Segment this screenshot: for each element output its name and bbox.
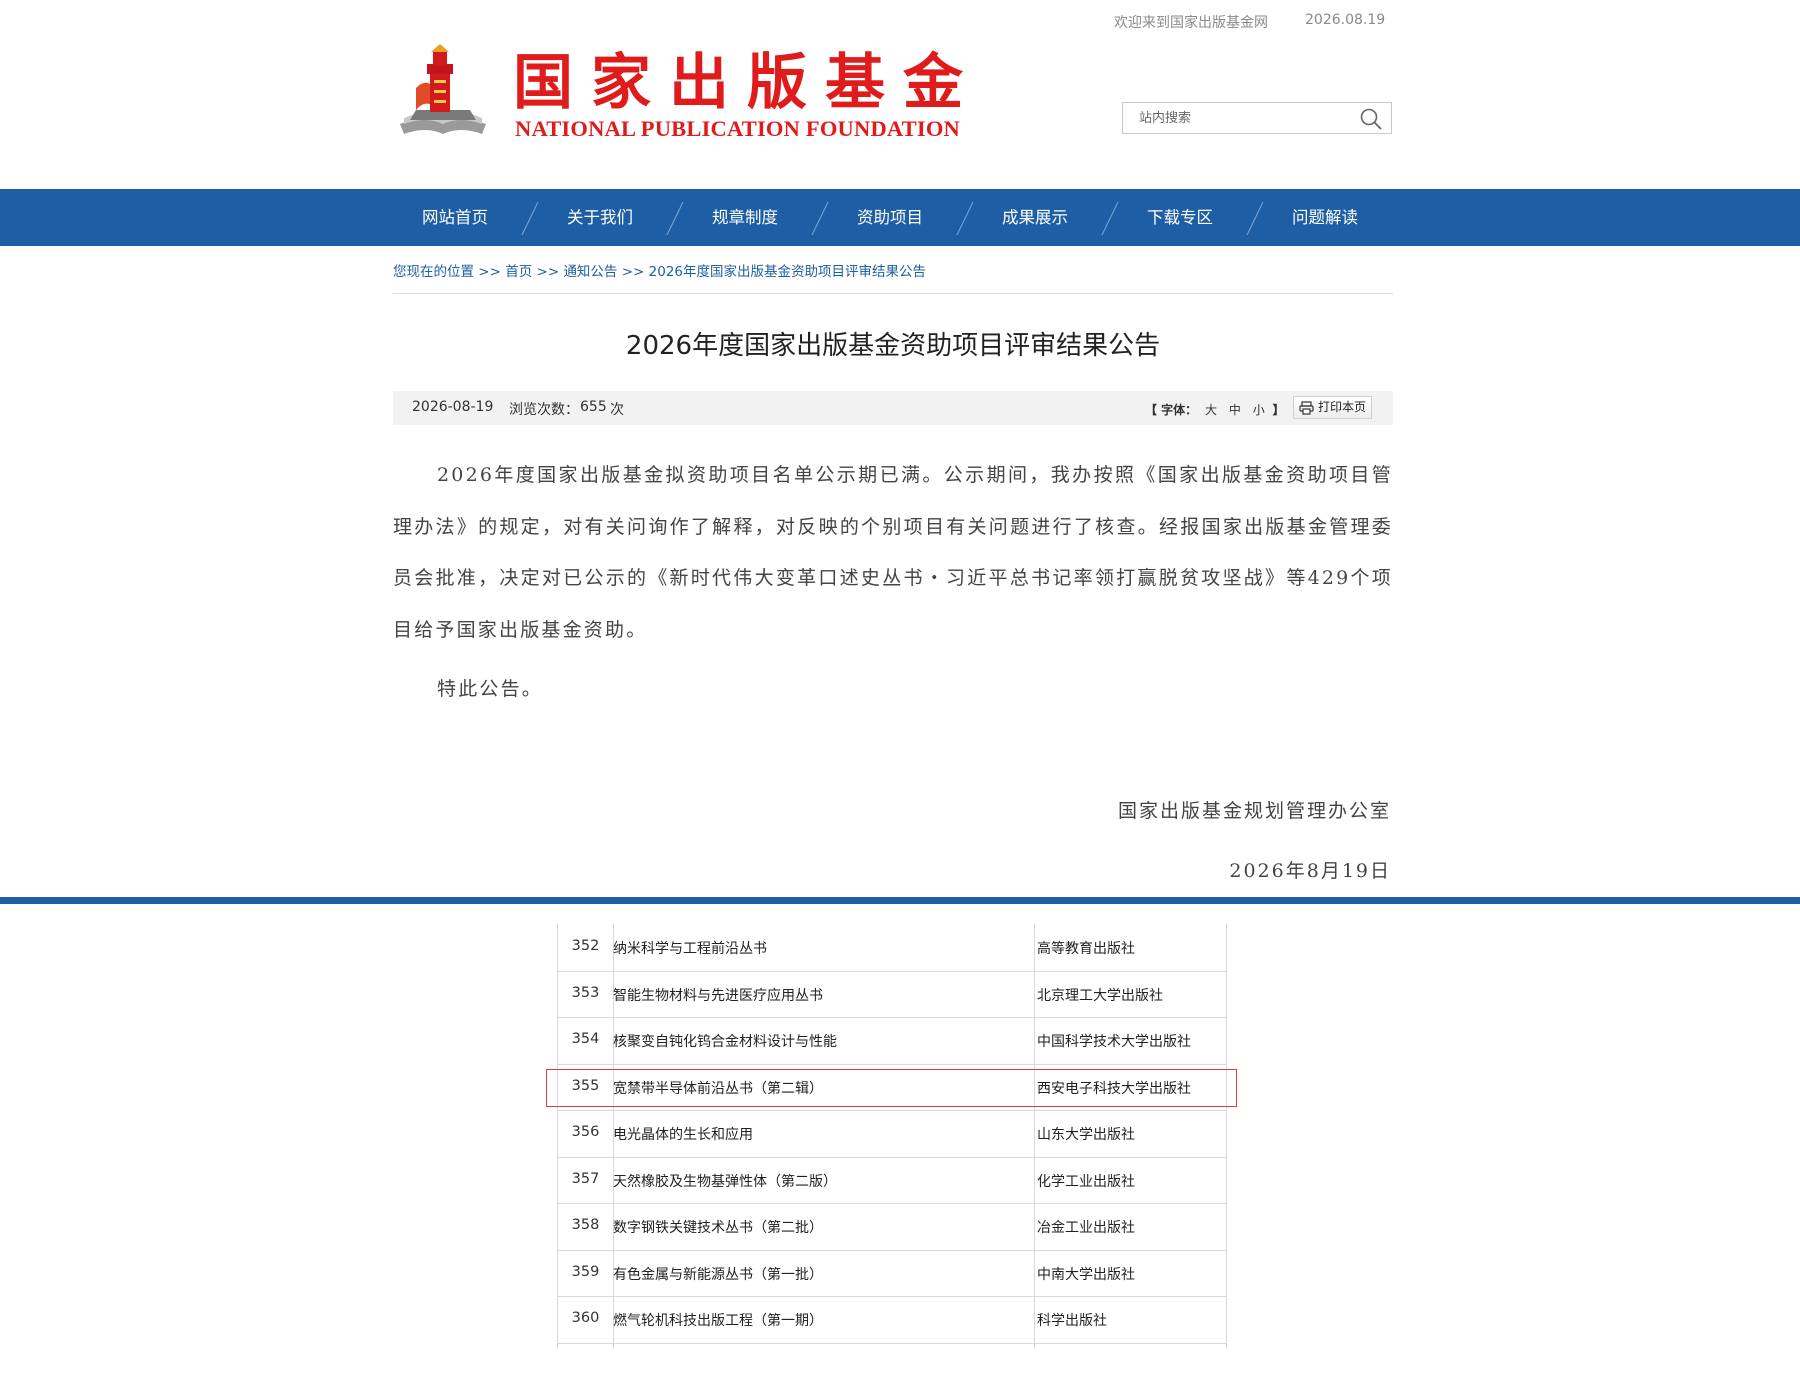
views-count: 655 bbox=[580, 399, 607, 415]
printer-icon bbox=[1299, 401, 1314, 415]
nav-achievements[interactable]: 成果展示 bbox=[980, 189, 1090, 246]
table-row: 352 纳米科学与工程前沿丛书 高等教育出版社 bbox=[557, 924, 1227, 972]
project-name: 天然橡胶及生物基弹性体（第二版） bbox=[613, 1173, 837, 1190]
project-name: 智能生物材料与先进医疗应用丛书 bbox=[613, 987, 823, 1004]
site-search bbox=[1122, 102, 1392, 134]
row-number: 354 bbox=[571, 1031, 600, 1047]
article-paragraph: 特此公告。 bbox=[437, 678, 544, 700]
breadcrumb: 您现在的位置 >> 首页 >> 通知公告 >> 2026年度国家出版基金资助项目… bbox=[393, 260, 926, 280]
breadcrumb-separator: >> bbox=[478, 264, 501, 280]
project-name: 有色金属与新能源丛书（第一批） bbox=[613, 1266, 823, 1283]
nav-separator bbox=[1246, 202, 1264, 235]
font-size-label: 【 字体： bbox=[1145, 403, 1198, 417]
font-size-switcher: 【 字体： 大 中 小 】 bbox=[1145, 401, 1285, 418]
project-name: 电光晶体的生长和应用 bbox=[613, 1127, 753, 1143]
nav-separator bbox=[521, 202, 539, 235]
breadcrumb-notices[interactable]: 通知公告 bbox=[563, 264, 617, 280]
table-row: 360 燃气轮机科技出版工程（第一期） 科学出版社 bbox=[557, 1296, 1227, 1344]
views-label: 浏览次数： bbox=[509, 402, 579, 418]
signature-organization: 国家出版基金规划管理办公室 bbox=[1117, 800, 1391, 822]
logo-english-title: NATIONAL PUBLICATION FOUNDATION bbox=[515, 116, 960, 141]
logo-emblem-icon[interactable] bbox=[396, 44, 490, 142]
row-number: 353 bbox=[571, 984, 600, 1001]
row-number: 358 bbox=[571, 1217, 600, 1233]
article-paragraph: 2026年度国家出版基金拟资助项目名单公示期已满。公示期间，我办按照《国家出版基… bbox=[393, 464, 1393, 641]
breadcrumb-home[interactable]: 首页 bbox=[505, 264, 532, 280]
nav-separator bbox=[811, 202, 829, 235]
publisher-name: 冶金工业出版社 bbox=[1037, 1220, 1135, 1236]
table-row: 353 智能生物材料与先进医疗应用丛书 北京理工大学出版社 bbox=[557, 971, 1227, 1018]
project-name: 数字钢铁关键技术丛书（第二批） bbox=[613, 1220, 823, 1236]
section-divider bbox=[0, 897, 1800, 904]
row-number: 352 bbox=[571, 938, 600, 954]
table-row: 359 有色金属与新能源丛书（第一批） 中南大学出版社 bbox=[557, 1250, 1227, 1297]
breadcrumb-current[interactable]: 2026年度国家出版基金资助项目评审结果公告 bbox=[649, 264, 926, 280]
publisher-name: 中国科学技术大学出版社 bbox=[1037, 1034, 1191, 1050]
row-number: 359 bbox=[571, 1263, 600, 1280]
nav-rules[interactable]: 规章制度 bbox=[690, 189, 800, 246]
font-size-large[interactable]: 大 bbox=[1205, 403, 1217, 417]
breadcrumb-prefix: 您现在的位置 bbox=[393, 264, 474, 280]
nav-separator bbox=[956, 202, 974, 235]
row-number: 356 bbox=[571, 1124, 600, 1140]
views-unit: 次 bbox=[610, 402, 624, 418]
publisher-name: 北京理工大学出版社 bbox=[1037, 987, 1163, 1004]
nav-downloads[interactable]: 下载专区 bbox=[1125, 189, 1235, 246]
article-meta-bar: 2026-08-19 浏览次数： 655 次 【 字体： 大 中 小 】 打印本… bbox=[393, 391, 1393, 425]
article-date: 2026-08-19 bbox=[412, 399, 494, 415]
welcome-text: 欢迎来到国家出版基金网 bbox=[1114, 15, 1268, 31]
nav-funded-projects[interactable]: 资助项目 bbox=[835, 189, 945, 246]
row-highlight-box bbox=[546, 1069, 1237, 1107]
nav-home[interactable]: 网站首页 bbox=[400, 189, 510, 246]
table-row: 356 电光晶体的生长和应用 山东大学出版社 bbox=[557, 1110, 1227, 1158]
search-input[interactable] bbox=[1123, 103, 1367, 133]
main-nav: 网站首页 关于我们 规章制度 资助项目 成果展示 下载专区 问题解读 bbox=[0, 189, 1800, 246]
publisher-name: 山东大学出版社 bbox=[1037, 1127, 1135, 1143]
header-date: 2026.08.19 bbox=[1305, 12, 1386, 28]
search-icon[interactable] bbox=[1359, 107, 1383, 131]
row-number: 357 bbox=[571, 1170, 600, 1187]
font-size-small[interactable]: 小 bbox=[1253, 403, 1265, 417]
logo-chinese-title: 国家出版基金 bbox=[513, 48, 981, 118]
print-button[interactable]: 打印本页 bbox=[1293, 396, 1372, 419]
project-name: 纳米科学与工程前沿丛书 bbox=[613, 941, 767, 957]
breadcrumb-separator: >> bbox=[536, 264, 560, 280]
project-name: 燃气轮机科技出版工程（第一期） bbox=[613, 1313, 823, 1329]
print-label: 打印本页 bbox=[1318, 400, 1367, 414]
nav-separator bbox=[1101, 202, 1119, 235]
divider bbox=[393, 293, 1393, 294]
nav-faq[interactable]: 问题解读 bbox=[1270, 189, 1380, 246]
table-row: 354 核聚变自钝化钨合金材料设计与性能 中国科学技术大学出版社 bbox=[557, 1017, 1227, 1065]
table-row: 358 数字钢铁关键技术丛书（第二批） 冶金工业出版社 bbox=[557, 1203, 1227, 1251]
table-row: 357 天然橡胶及生物基弹性体（第二版） 化学工业出版社 bbox=[557, 1157, 1227, 1204]
project-name: 核聚变自钝化钨合金材料设计与性能 bbox=[613, 1034, 837, 1050]
nav-about[interactable]: 关于我们 bbox=[545, 189, 655, 246]
signature-date: 2026年8月19日 bbox=[1229, 860, 1391, 882]
font-size-bracket: 】 bbox=[1272, 403, 1285, 417]
font-size-medium[interactable]: 中 bbox=[1229, 403, 1241, 417]
publisher-name: 化学工业出版社 bbox=[1037, 1173, 1135, 1190]
breadcrumb-separator: >> bbox=[621, 264, 645, 280]
row-number: 360 bbox=[571, 1310, 600, 1326]
page-title: 2026年度国家出版基金资助项目评审结果公告 bbox=[625, 331, 1161, 361]
publisher-name: 高等教育出版社 bbox=[1037, 941, 1135, 957]
publisher-name: 科学出版社 bbox=[1037, 1313, 1107, 1329]
nav-separator bbox=[666, 202, 684, 235]
publisher-name: 中南大学出版社 bbox=[1037, 1266, 1135, 1283]
